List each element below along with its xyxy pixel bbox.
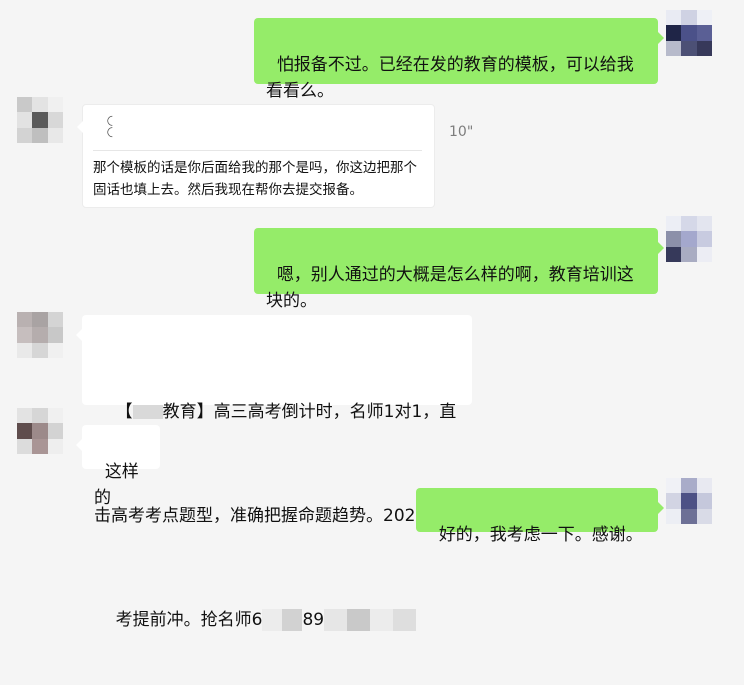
sent-message-bubble[interactable]: 嗯，别人通过的大概是怎么样的啊，教育培训这 块的。 — [254, 228, 664, 311]
received-template-bubble[interactable]: 【教育】高三高考倒计时，名师1对1，直 击高考考点题型，准确把握命题趋势。202… — [76, 315, 472, 631]
user-avatar[interactable] — [666, 216, 712, 262]
message-text: 好的，我考虑一下。感谢。 — [438, 525, 643, 545]
mosaic-redaction — [132, 405, 163, 419]
divider — [93, 150, 422, 151]
template-line: 考提前冲。抢名师6 89 — [94, 581, 460, 659]
voice-duration: 10" — [449, 124, 474, 140]
user-avatar[interactable] — [666, 10, 712, 56]
voice-message-bubble[interactable]: ◡◡ 那个模板的话是你后面给我的那个是吗，你这边把那个固话也填上去。然后我现在帮… — [77, 104, 435, 208]
sent-message-bubble[interactable]: 好的，我考虑一下。感谢。 — [416, 488, 664, 545]
message-text: 怕报备不过。已经在发的教育的模板，可以给我 看看么。 — [266, 55, 634, 101]
contact-avatar[interactable] — [17, 97, 63, 143]
template-line: 击高考考点题型，准确把握命题趋势。2020高 — [94, 506, 444, 526]
contact-avatar[interactable] — [17, 312, 63, 358]
mosaic-redaction — [262, 609, 303, 631]
voice-transcript: 那个模板的话是你后面给我的那个是吗，你这边把那个固话也填上去。然后我现在帮你去提… — [93, 160, 417, 198]
received-message-bubble[interactable]: 这样的 — [76, 425, 160, 508]
contact-avatar[interactable] — [17, 408, 63, 454]
voice-wave-icon: ◡◡ — [104, 115, 120, 138]
mosaic-redaction — [324, 609, 417, 631]
sent-message-bubble[interactable]: 怕报备不过。已经在发的教育的模板，可以给我 看看么。 — [254, 18, 664, 101]
message-text: 嗯，别人通过的大概是怎么样的啊，教育培训这 块的。 — [266, 265, 634, 311]
user-avatar[interactable] — [666, 478, 712, 524]
